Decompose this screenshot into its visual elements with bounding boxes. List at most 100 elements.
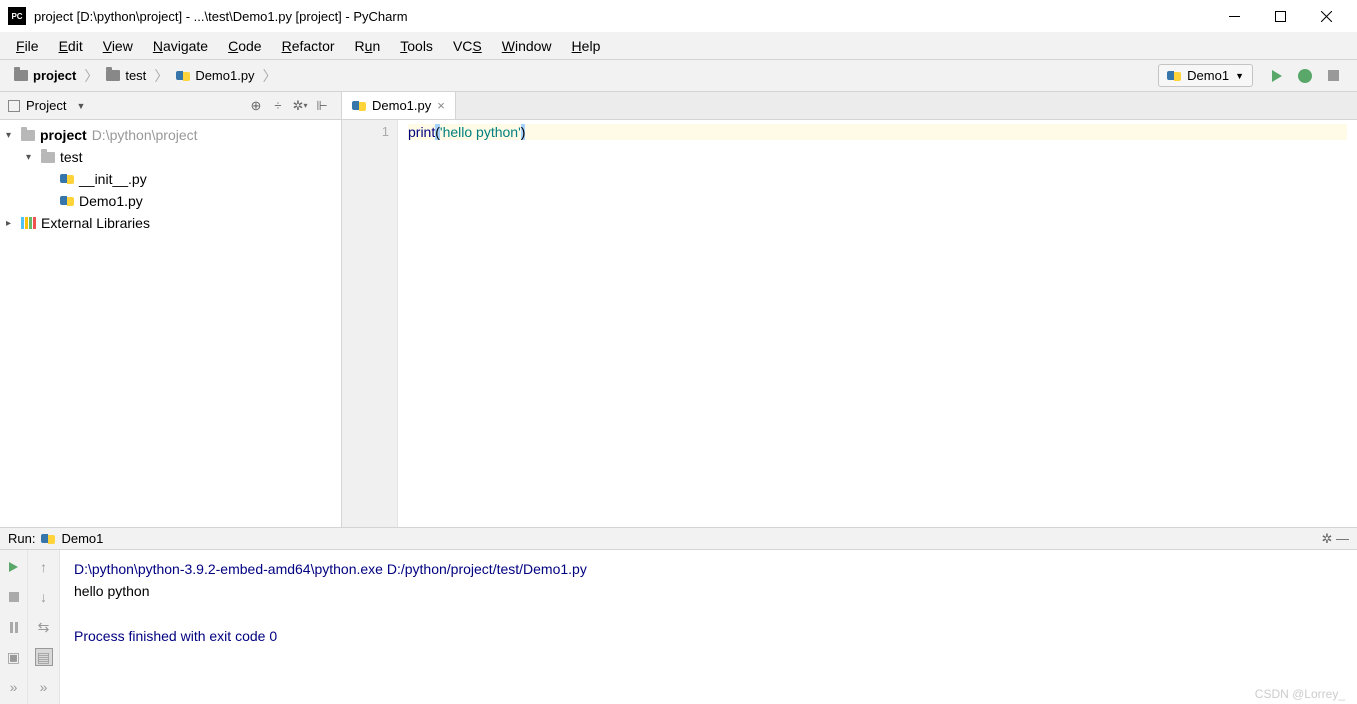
- menu-vcs[interactable]: VCS: [443, 34, 492, 58]
- stop-icon: [1328, 70, 1339, 81]
- crumb-file-label: Demo1.py: [195, 68, 254, 83]
- bug-icon: [1298, 69, 1312, 83]
- folder-icon: [106, 70, 120, 81]
- python-icon: [41, 532, 55, 546]
- menu-file[interactable]: File: [6, 34, 49, 58]
- code-content[interactable]: print('hello python'): [398, 120, 1357, 527]
- tree-project-root[interactable]: ▾ project D:\python\project: [0, 124, 341, 146]
- project-panel-header: Project ▼ ⊕ ÷ ✲▾ ⊩: [0, 92, 341, 120]
- editor-tab-demo[interactable]: Demo1.py ×: [342, 92, 456, 119]
- console-stdout: hello python: [74, 580, 1343, 602]
- tree-file-label: __init__.py: [79, 171, 147, 187]
- play-icon: [9, 562, 18, 572]
- hide-panel-icon[interactable]: ⊩: [313, 97, 331, 115]
- menu-run[interactable]: Run: [345, 34, 391, 58]
- down-arrow-icon[interactable]: ↓: [35, 588, 53, 606]
- chevron-down-icon[interactable]: ▾: [26, 152, 36, 163]
- line-number: 1: [346, 124, 389, 139]
- console-exit: Process finished with exit code 0: [74, 625, 1343, 647]
- close-button[interactable]: [1303, 0, 1349, 32]
- tree-external-label: External Libraries: [41, 215, 150, 231]
- python-icon: [1167, 69, 1181, 83]
- stop-icon: [9, 592, 19, 602]
- project-tree: ▾ project D:\python\project ▾ test __ini…: [0, 120, 341, 238]
- print-icon[interactable]: ▤: [35, 648, 53, 666]
- gear-icon[interactable]: ✲ —: [1321, 531, 1349, 547]
- console-output[interactable]: D:\python\python-3.9.2-embed-amd64\pytho…: [60, 550, 1357, 704]
- tree-project-path: D:\python\project: [92, 127, 198, 143]
- rerun-button[interactable]: [5, 558, 23, 576]
- layout-icon[interactable]: ▣: [5, 648, 23, 666]
- debug-button[interactable]: [1293, 69, 1317, 83]
- tree-external-libraries[interactable]: ▸ External Libraries: [0, 212, 341, 234]
- tree-file-init[interactable]: __init__.py: [0, 168, 341, 190]
- title-bar: PC project [D:\python\project] - ...\tes…: [0, 0, 1357, 32]
- run-toolbar-left: ▣ »: [0, 550, 28, 704]
- close-tab-icon[interactable]: ×: [437, 98, 445, 113]
- menu-edit[interactable]: Edit: [49, 34, 93, 58]
- pause-button[interactable]: [5, 618, 23, 636]
- editor-area: Demo1.py × 1 print('hello python'): [342, 92, 1357, 527]
- project-panel-title: Project: [26, 98, 66, 113]
- crumb-separator: 〉: [84, 66, 98, 86]
- crumb-separator: 〉: [263, 66, 277, 86]
- code-editor[interactable]: 1 print('hello python'): [342, 120, 1357, 527]
- console-command: D:\python\python-3.9.2-embed-amd64\pytho…: [74, 558, 1343, 580]
- folder-icon: [14, 70, 28, 81]
- locate-file-icon[interactable]: ⊕: [247, 97, 265, 115]
- maximize-button[interactable]: [1257, 0, 1303, 32]
- crumb-folder-label: test: [125, 68, 146, 83]
- editor-gutter: 1: [342, 120, 398, 527]
- view-mode-dropdown[interactable]: ▼: [76, 101, 85, 111]
- menu-navigate[interactable]: Navigate: [143, 34, 218, 58]
- breadcrumb-file[interactable]: Demo1.py: [172, 68, 258, 83]
- minimize-button[interactable]: [1211, 0, 1257, 32]
- editor-tab-bar: Demo1.py ×: [342, 92, 1357, 120]
- tree-file-demo[interactable]: Demo1.py: [0, 190, 341, 212]
- python-file-icon: [60, 172, 74, 186]
- code-paren: ): [521, 124, 526, 140]
- window-title: project [D:\python\project] - ...\test\D…: [34, 9, 408, 24]
- run-button[interactable]: [1265, 70, 1289, 82]
- pause-icon: [10, 622, 18, 633]
- menu-view[interactable]: View: [93, 34, 143, 58]
- run-config-label: Demo1: [1187, 68, 1229, 83]
- folder-icon: [21, 130, 35, 141]
- python-file-icon: [176, 69, 190, 83]
- wrap-icon[interactable]: ⇆: [35, 618, 53, 636]
- tree-folder-test[interactable]: ▾ test: [0, 146, 341, 168]
- python-file-icon: [352, 99, 366, 113]
- expand-all-icon[interactable]: ÷: [269, 97, 287, 115]
- project-view-icon: [8, 100, 20, 112]
- menu-refactor[interactable]: Refactor: [272, 34, 345, 58]
- run-toolbar-secondary: ↑ ↓ ⇆ ▤ »: [28, 550, 60, 704]
- menu-help[interactable]: Help: [562, 34, 611, 58]
- tree-folder-label: test: [60, 149, 83, 165]
- run-panel-title: Run:: [8, 531, 35, 546]
- stop-button[interactable]: [1321, 70, 1345, 81]
- python-file-icon: [60, 194, 74, 208]
- stop-run-button[interactable]: [5, 588, 23, 606]
- navigation-bar: project 〉 test 〉 Demo1.py 〉 Demo1 ▼: [0, 60, 1357, 92]
- editor-tab-label: Demo1.py: [372, 98, 431, 113]
- chevron-right-icon[interactable]: ▸: [6, 218, 16, 229]
- chevron-down-icon[interactable]: ▾: [6, 130, 16, 141]
- tree-project-name: project: [40, 127, 87, 143]
- pycharm-icon: PC: [8, 7, 26, 25]
- menu-tools[interactable]: Tools: [390, 34, 443, 58]
- menu-code[interactable]: Code: [218, 34, 271, 58]
- run-configuration-selector[interactable]: Demo1 ▼: [1158, 64, 1253, 87]
- up-arrow-icon[interactable]: ↑: [35, 558, 53, 576]
- run-panel-header: Run: Demo1 ✲ —: [0, 528, 1357, 550]
- run-tool-window: Run: Demo1 ✲ — ▣ » ↑ ↓ ⇆ ▤ » D:\python\p…: [0, 527, 1357, 704]
- more-icon[interactable]: »: [35, 678, 53, 696]
- play-icon: [1272, 70, 1282, 82]
- settings-gear-icon[interactable]: ✲▾: [291, 97, 309, 115]
- watermark: CSDN @Lorrey_: [1255, 687, 1345, 701]
- code-keyword: print: [408, 124, 435, 140]
- more-icon[interactable]: »: [5, 678, 23, 696]
- breadcrumb-folder[interactable]: test: [102, 68, 150, 83]
- breadcrumb-project[interactable]: project: [10, 68, 80, 83]
- menu-window[interactable]: Window: [492, 34, 562, 58]
- run-panel-config-name: Demo1: [61, 531, 103, 546]
